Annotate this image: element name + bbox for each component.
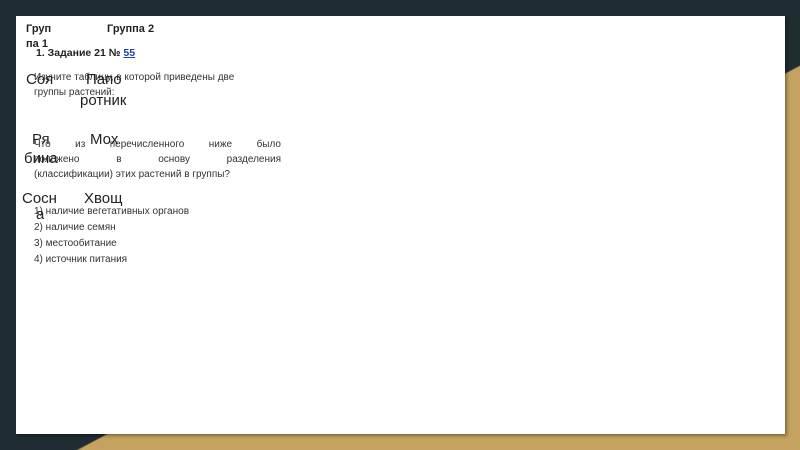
task-question: Что из перечисленного ниже было положено… xyxy=(34,137,281,182)
intro-line: группы растений: xyxy=(34,87,115,98)
question-line: Что из перечисленного ниже было xyxy=(34,139,281,150)
table-cell-r1-c2-cont: ротник xyxy=(80,92,127,109)
table-header-group-2: Группа 2 xyxy=(107,23,155,35)
table-cell-r3-c1: Сосн xyxy=(22,190,57,207)
question-line: положено в основу разделения xyxy=(34,154,281,165)
table-cell-r3-c1-cont: а xyxy=(36,210,45,220)
task-title: 1. Задание 21 № xyxy=(36,47,121,59)
table-cell-r2-c1-cont: бина xyxy=(24,150,58,167)
table-cell-r2-c1: Ря xyxy=(32,131,50,148)
task-link[interactable]: 55 xyxy=(123,47,135,59)
task-title-row: 1. Задание 21 № 55 xyxy=(36,47,135,59)
table-cell-r1-c1: Соя xyxy=(26,71,54,88)
intro-line: Изучите таблицу, в которой приведены две xyxy=(34,72,235,83)
table-cell-r1-c2: Папо xyxy=(86,71,122,88)
answer-option: 3) местообитание xyxy=(34,238,117,249)
answer-option: 4) источник питания xyxy=(34,254,128,265)
slide: Груп па 1 Группа 2 1. Задание 21 № 55 Из… xyxy=(16,16,785,434)
answer-options: 1) наличие вегетативных органов 2) налич… xyxy=(34,204,189,268)
question-line: (классификации) этих растений в группы? xyxy=(34,169,230,180)
answer-option: 2) наличие семян xyxy=(34,222,116,233)
header-line-1: Груп xyxy=(26,23,52,35)
task-intro: Изучите таблицу, в которой приведены две… xyxy=(34,70,284,100)
table-cell-r3-c2: Хвощ xyxy=(84,190,123,207)
table-cell-r2-c2: Мох xyxy=(90,131,119,148)
